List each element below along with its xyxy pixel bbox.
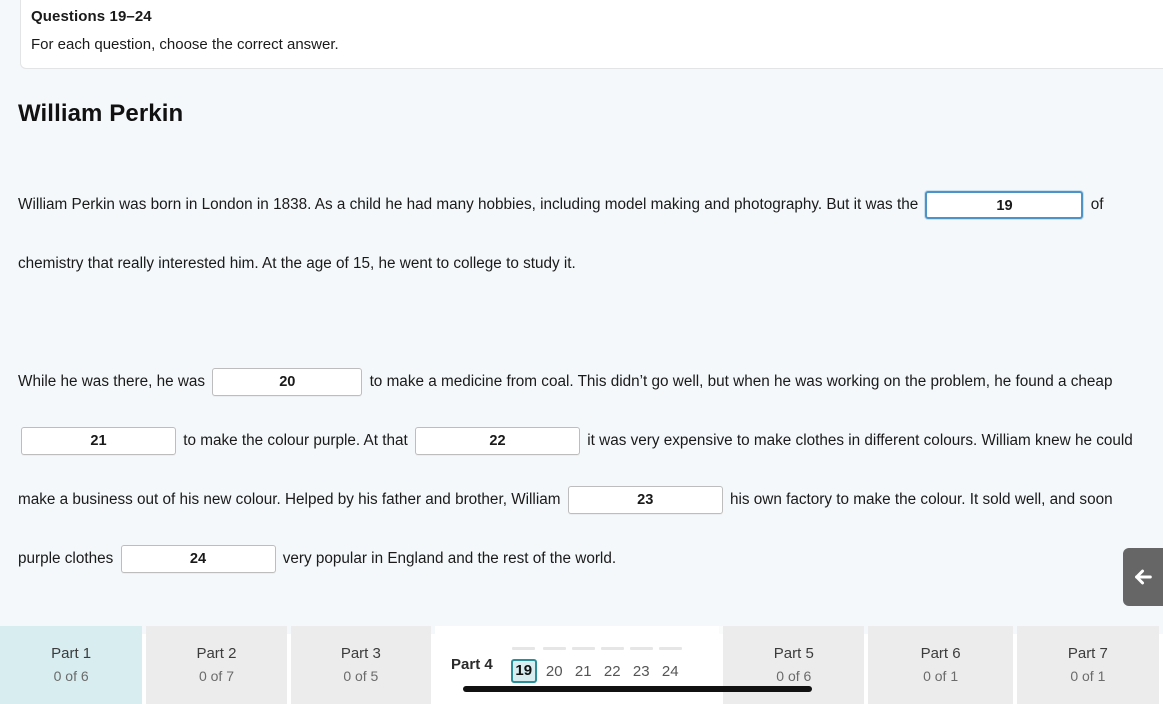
arrow-left-icon <box>1132 566 1154 588</box>
passage-text-4: to make a medicine from coal. This didn’… <box>369 373 1113 390</box>
question-number-24[interactable]: 24 <box>660 661 681 683</box>
question-progress-bar-24 <box>658 647 682 650</box>
answer-blank-19[interactable]: 19 <box>925 190 1084 219</box>
answer-blank-20[interactable]: 20 <box>212 367 363 396</box>
tab-part-7[interactable]: Part 7 0 of 1 <box>1016 626 1160 704</box>
tab-part-5-title: Part 5 <box>773 645 814 662</box>
question-number-20[interactable]: 20 <box>544 661 565 683</box>
question-number-22[interactable]: 22 <box>602 661 623 683</box>
question-nav-item-20[interactable]: 20 <box>542 647 566 683</box>
tab-part-2-title: Part 2 <box>196 645 237 662</box>
panel-collapse-button[interactable] <box>1123 548 1163 606</box>
question-number-19[interactable]: 19 <box>510 659 537 683</box>
part-navigation-bar: Part 1 0 of 6 Part 2 0 of 7 Part 3 0 of … <box>0 626 1163 704</box>
passage-body: William Perkin was born in London in 183… <box>18 175 1149 588</box>
instruction-title: Questions 19–24 <box>31 8 152 25</box>
page-root: Questions 19–24 For each question, choos… <box>0 0 1163 704</box>
tab-part-7-title: Part 7 <box>1067 645 1108 662</box>
tab-part-6[interactable]: Part 6 0 of 1 <box>868 626 1013 704</box>
passage-text-8: very popular in England and the rest of … <box>282 550 617 567</box>
tab-part-1-count: 0 of 6 <box>53 668 89 684</box>
passage-text-1: William Perkin was born in London in 183… <box>18 196 919 213</box>
question-nav-item-22[interactable]: 22 <box>600 647 624 683</box>
tab-part-2[interactable]: Part 2 0 of 7 <box>146 626 287 704</box>
question-nav-item-24[interactable]: 24 <box>658 647 682 683</box>
tab-part-2-count: 0 of 7 <box>198 668 234 684</box>
tab-part-5-count: 0 of 6 <box>776 668 812 684</box>
question-nav-item-21[interactable]: 21 <box>571 647 595 683</box>
question-progress-bar-21 <box>571 647 595 650</box>
question-nav-item-19[interactable]: 19 <box>510 647 537 683</box>
question-progress-bar-23 <box>629 647 653 650</box>
answer-blank-24[interactable]: 24 <box>120 544 276 573</box>
answer-blank-21[interactable]: 21 <box>21 426 176 455</box>
instruction-subtitle: For each question, choose the correct an… <box>31 36 339 53</box>
tab-part-1-title: Part 1 <box>51 645 92 662</box>
question-number-23[interactable]: 23 <box>631 661 652 683</box>
tab-part-4[interactable]: Part 4 19 20 21 22 23 24 <box>435 626 720 704</box>
answer-blank-22[interactable]: 22 <box>415 426 580 455</box>
part-progress-indicator <box>463 686 812 692</box>
question-number-list: 19 20 21 22 23 24 <box>510 647 682 683</box>
page-title: William Perkin <box>18 100 184 127</box>
question-number-21[interactable]: 21 <box>573 661 594 683</box>
passage-text-5: to make the colour purple. At that <box>183 432 408 449</box>
tab-part-3[interactable]: Part 3 0 of 5 <box>290 626 432 704</box>
instruction-card: Questions 19–24 For each question, choos… <box>20 0 1163 69</box>
question-progress-bar-20 <box>542 647 566 650</box>
question-nav-item-23[interactable]: 23 <box>629 647 653 683</box>
tab-part-1[interactable]: Part 1 0 of 6 <box>0 626 143 704</box>
tab-part-3-title: Part 3 <box>340 645 381 662</box>
tab-part-4-title: Part 4 <box>451 656 493 673</box>
tab-part-3-count: 0 of 5 <box>343 668 379 684</box>
tab-part-7-count: 0 of 1 <box>1070 668 1106 684</box>
passage-container: William Perkin William Perkin was born i… <box>18 100 1149 588</box>
passage-text-3: While he was there, he was <box>18 373 206 390</box>
question-progress-bar-22 <box>600 647 624 650</box>
tab-part-5[interactable]: Part 5 0 of 6 <box>723 626 865 704</box>
answer-blank-23[interactable]: 23 <box>567 485 723 514</box>
tab-part-6-count: 0 of 1 <box>923 668 959 684</box>
question-progress-bar-19 <box>512 647 536 650</box>
tab-part-6-title: Part 6 <box>920 645 961 662</box>
